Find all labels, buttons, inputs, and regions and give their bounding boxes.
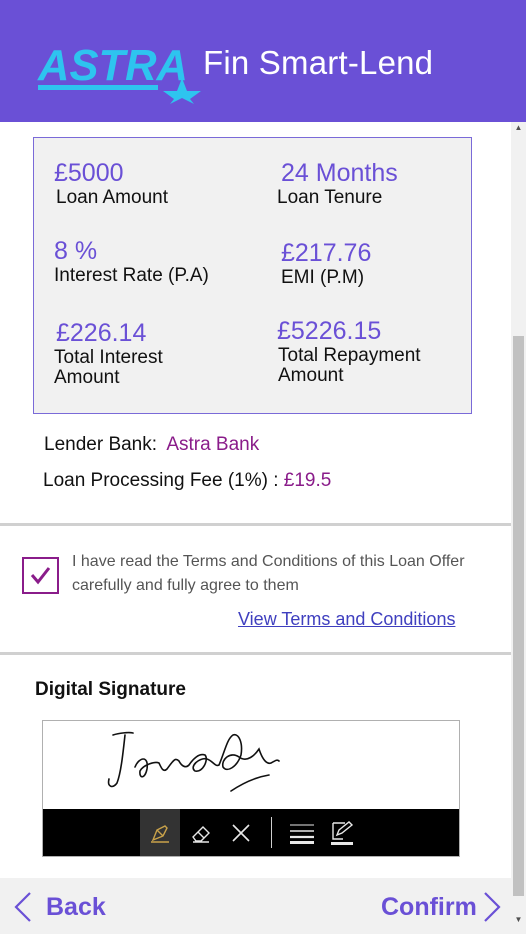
section-divider: [0, 523, 511, 526]
astra-logo: ASTRA: [37, 41, 201, 104]
clear-icon[interactable]: [221, 809, 261, 856]
scroll-thumb[interactable]: [513, 336, 524, 896]
interest-rate-value: 8 %: [54, 237, 98, 265]
total-interest-value: £226.14: [56, 319, 147, 347]
scroll-up-icon[interactable]: ▲: [511, 122, 526, 134]
toolbar-separator: [271, 817, 272, 848]
scrollbar[interactable]: ▲ ▼: [511, 122, 526, 934]
app-title: Fin Smart-Lend: [203, 44, 434, 81]
interest-rate: 8 % Interest Rate (P.A): [54, 236, 209, 286]
emi-value: £217.76: [281, 239, 372, 267]
lender-bank-row: Lender Bank: Astra Bank: [44, 434, 259, 456]
back-label: Back: [46, 892, 106, 921]
confirm-label: Confirm: [381, 892, 477, 921]
svg-text:ASTRA: ASTRA: [37, 41, 188, 90]
eraser-icon[interactable]: [181, 809, 221, 856]
loan-amount: £5000 Loan Amount: [54, 158, 168, 208]
signature-canvas[interactable]: [43, 721, 459, 809]
terms-agreement-text: I have read the Terms and Conditions of …: [72, 553, 465, 594]
total-interest-label-2: Amount: [54, 367, 120, 388]
processing-fee-value: £19.5: [283, 470, 332, 491]
total-interest: £226.14 Total Interest Amount: [54, 318, 163, 388]
loan-amount-value: £5000: [54, 159, 124, 187]
view-terms-link[interactable]: View Terms and Conditions: [238, 609, 455, 630]
back-button[interactable]: Back: [14, 890, 106, 924]
confirm-button[interactable]: Confirm: [381, 890, 501, 924]
loan-tenure-label: Loan Tenure: [277, 187, 383, 208]
check-icon: [30, 567, 51, 585]
lender-bank-value: Astra Bank: [166, 434, 260, 455]
total-repayment-label-2: Amount: [278, 365, 344, 386]
total-repayment-label: Total Repayment: [278, 345, 421, 366]
loan-tenure: 24 Months Loan Tenure: [277, 158, 398, 208]
signature-pad[interactable]: [42, 720, 460, 857]
scroll-down-icon[interactable]: ▼: [511, 914, 526, 926]
signature-title: Digital Signature: [35, 679, 186, 700]
processing-fee-row: Loan Processing Fee (1%) : £19.5: [43, 470, 331, 492]
chevron-right-icon: [484, 892, 501, 922]
total-repayment-value: £5226.15: [277, 317, 382, 345]
line-weight-icon[interactable]: [282, 809, 322, 856]
app-header: ASTRA Fin Smart-Lend: [0, 0, 526, 122]
processing-fee-label: Loan Processing Fee (1%) :: [43, 470, 279, 491]
total-repayment: £5226.15 Total Repayment Amount: [277, 316, 421, 386]
loan-amount-label: Loan Amount: [56, 187, 168, 208]
emi: £217.76 EMI (P.M): [281, 238, 371, 288]
loan-summary-card: £5000 Loan Amount 24 Months Loan Tenure …: [33, 137, 472, 414]
chevron-left-icon: [14, 892, 31, 922]
interest-rate-label: Interest Rate (P.A): [54, 265, 209, 286]
pen-color-icon[interactable]: [322, 809, 362, 856]
signature-toolbar: [43, 809, 459, 856]
section-divider: [0, 652, 511, 655]
terms-checkbox[interactable]: [22, 557, 59, 594]
footer-nav: Back Confirm: [0, 878, 511, 934]
lender-bank-label: Lender Bank:: [44, 434, 158, 455]
total-interest-label: Total Interest: [54, 347, 163, 368]
pen-icon[interactable]: [140, 809, 180, 856]
emi-label: EMI (P.M): [281, 267, 365, 288]
loan-tenure-value: 24 Months: [281, 159, 398, 187]
